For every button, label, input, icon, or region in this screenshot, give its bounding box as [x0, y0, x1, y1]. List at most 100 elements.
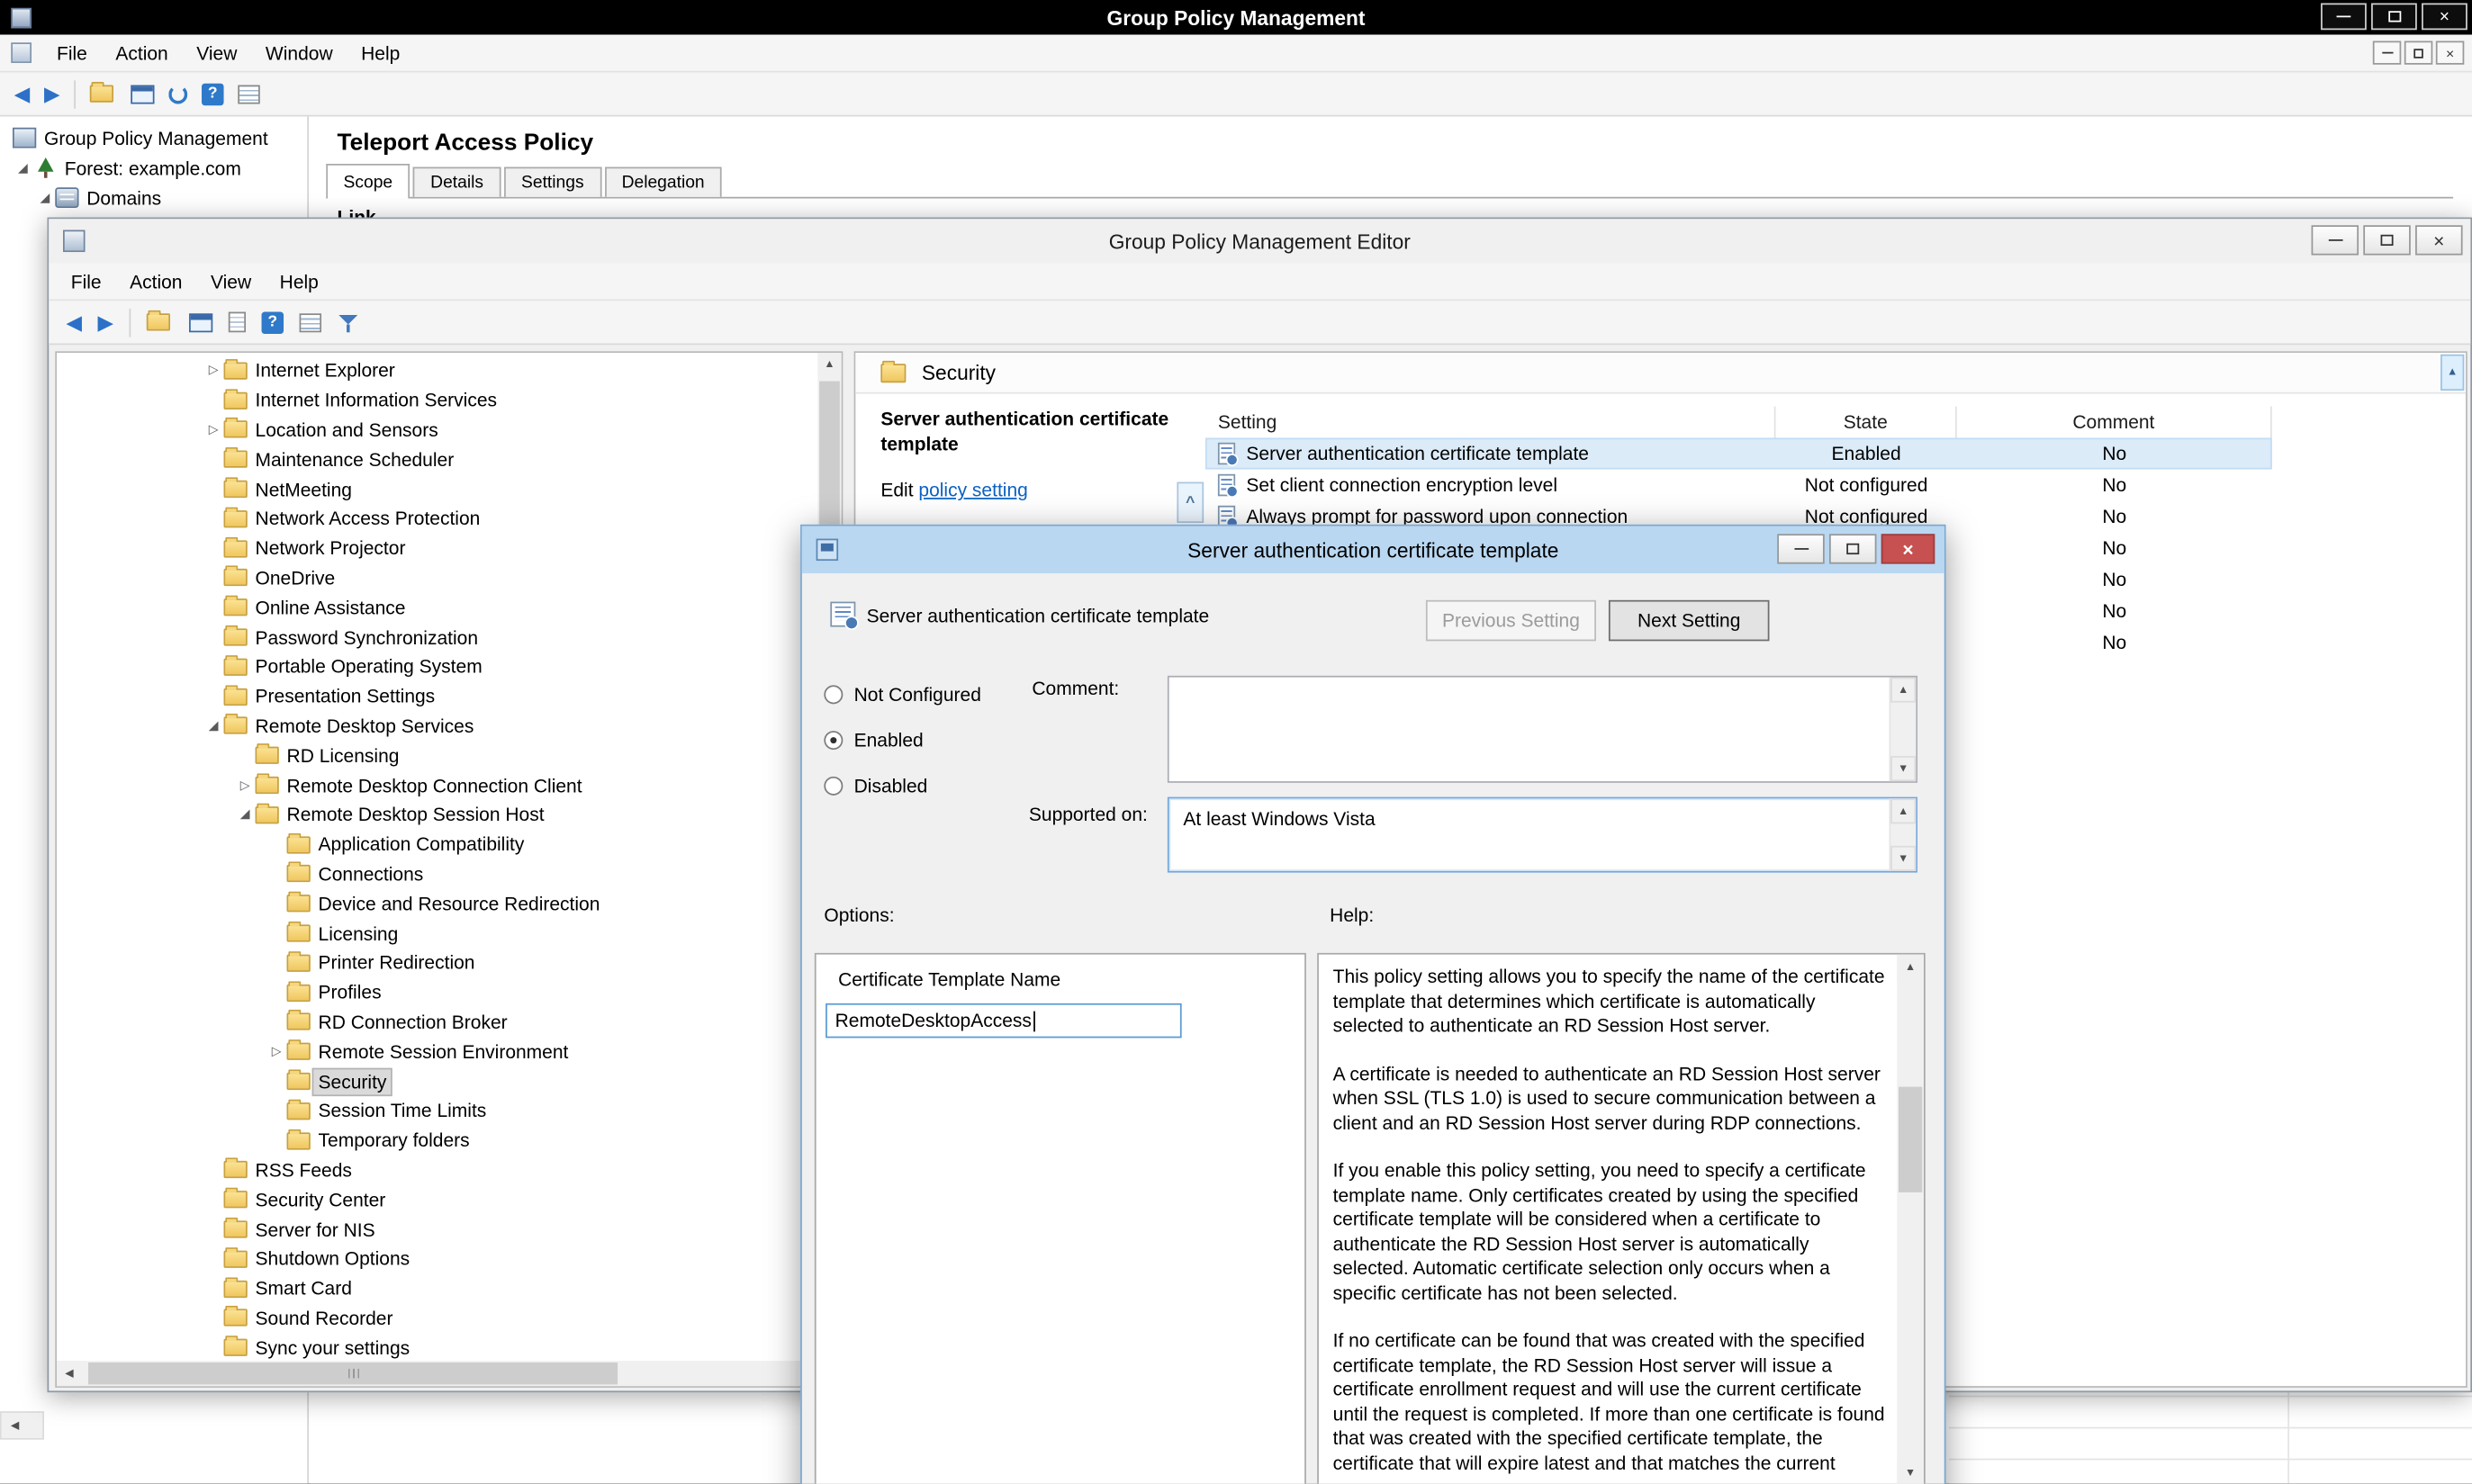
expand-arrow-icon[interactable]: ▷	[235, 778, 256, 794]
child-minimize-icon[interactable]	[2373, 41, 2402, 65]
chevron-up-icon[interactable]: ^	[1177, 482, 1204, 524]
tree-item-application-compatibility[interactable]: Application Compatibility	[57, 830, 817, 859]
scroll-up-icon[interactable]: ▲	[1890, 798, 1916, 823]
help-scrollbar[interactable]: ▲ ▼	[1897, 955, 1924, 1484]
close-icon[interactable]: ×	[1881, 534, 1935, 563]
list-view-icon[interactable]	[238, 85, 260, 103]
forward-icon[interactable]: ▶	[44, 81, 60, 106]
tree-item-rd-licensing[interactable]: RD Licensing	[57, 741, 817, 770]
tree-item-device-and-resource-redirection[interactable]: Device and Resource Redirection	[57, 889, 817, 919]
close-icon[interactable]: ×	[2422, 4, 2467, 31]
refresh-icon[interactable]	[168, 85, 187, 103]
column-header-state[interactable]: State	[1775, 407, 1956, 438]
tree-item-rss-feeds[interactable]: RSS Feeds	[57, 1156, 817, 1185]
tree-item-temporary-folders[interactable]: Temporary folders	[57, 1126, 817, 1156]
maximize-icon[interactable]	[1829, 534, 1877, 563]
scroll-down-icon[interactable]: ▼	[1890, 756, 1916, 781]
expand-arrow-icon[interactable]: ▷	[266, 1044, 287, 1060]
comment-scrollbar[interactable]: ▲ ▼	[1889, 678, 1916, 782]
column-header-comment[interactable]: Comment	[1957, 407, 2272, 438]
tree-item-printer-redirection[interactable]: Printer Redirection	[57, 949, 817, 978]
tree-item-group-policy-management[interactable]: Group Policy Management	[0, 123, 307, 153]
menu-view[interactable]: View	[196, 270, 266, 292]
collapse-arrow-icon[interactable]: ◢	[13, 160, 33, 176]
tree-item-domains[interactable]: ◢Domains	[0, 183, 307, 212]
tree-item-location-and-sensors[interactable]: ▷Location and Sensors	[57, 415, 817, 445]
scrollbar-thumb[interactable]	[1899, 1087, 1922, 1192]
restore-icon[interactable]	[2371, 4, 2417, 31]
scroll-up-icon[interactable]: ▲	[817, 353, 841, 376]
tree-item-internet-information-services[interactable]: Internet Information Services	[57, 385, 817, 415]
maximize-icon[interactable]	[2363, 225, 2411, 255]
certificate-template-input[interactable]: RemoteDesktopAccess	[826, 1003, 1182, 1039]
comment-textarea[interactable]: ▲ ▼	[1168, 676, 1917, 783]
back-icon[interactable]: ◀	[14, 81, 31, 106]
radio-not-configured[interactable]: Not Configured	[824, 671, 981, 717]
tree-item-network-access-protection[interactable]: Network Access Protection	[57, 504, 817, 534]
tree-item-maintenance-scheduler[interactable]: Maintenance Scheduler	[57, 445, 817, 474]
tree-item-remote-desktop-connection-client[interactable]: ▷Remote Desktop Connection Client	[57, 770, 817, 800]
collapse-arrow-icon[interactable]: ◢	[35, 190, 56, 206]
tree-item-internet-explorer[interactable]: ▷Internet Explorer	[57, 356, 817, 386]
child-close-icon[interactable]: ×	[2436, 41, 2465, 65]
tree-item-remote-session-environment[interactable]: ▷Remote Session Environment	[57, 1037, 817, 1066]
tree-item-presentation-settings[interactable]: Presentation Settings	[57, 681, 817, 711]
tree-item-sync-your-settings[interactable]: Sync your settings	[57, 1333, 817, 1361]
minimize-icon[interactable]	[2312, 225, 2359, 255]
scroll-down-icon[interactable]: ▼	[1890, 846, 1916, 871]
tree-item-session-time-limits[interactable]: Session Time Limits	[57, 1096, 817, 1126]
tree-item-connections[interactable]: Connections	[57, 859, 817, 889]
tree-item-security[interactable]: Security	[57, 1066, 817, 1096]
scrollbar-thumb[interactable]	[88, 1363, 618, 1385]
menu-file[interactable]: File	[42, 41, 101, 64]
tree-item-portable-operating-system[interactable]: Portable Operating System	[57, 652, 817, 682]
menu-file[interactable]: File	[57, 270, 115, 292]
scroll-up-icon[interactable]: ▲	[1890, 678, 1916, 703]
policy-setting-link[interactable]: policy setting	[918, 479, 1027, 501]
scroll-up-icon[interactable]: ▲	[1897, 955, 1924, 982]
back-icon[interactable]: ◀	[67, 310, 83, 335]
tree-item-security-center[interactable]: Security Center	[57, 1185, 817, 1215]
radio-enabled[interactable]: Enabled	[824, 716, 981, 762]
tree-item-online-assistance[interactable]: Online Assistance	[57, 593, 817, 623]
tree-item-network-projector[interactable]: Network Projector	[57, 534, 817, 563]
supported-scrollbar[interactable]: ▲ ▼	[1889, 798, 1916, 871]
up-folder-icon[interactable]	[147, 313, 170, 330]
tree-item-smart-card[interactable]: Smart Card	[57, 1273, 817, 1303]
tab-delegation[interactable]: Delegation	[604, 167, 722, 197]
tree-item-password-synchronization[interactable]: Password Synchronization	[57, 623, 817, 652]
collapse-arrow-icon[interactable]: ◢	[203, 718, 224, 734]
help-icon[interactable]: ?	[262, 311, 284, 334]
show-console-tree-icon[interactable]	[131, 85, 154, 103]
tree-item-profiles[interactable]: Profiles	[57, 977, 817, 1007]
supported-on-textarea[interactable]: At least Windows Vista ▲ ▼	[1168, 797, 1917, 873]
minimize-icon[interactable]	[2321, 4, 2367, 31]
tree-item-rd-connection-broker[interactable]: RD Connection Broker	[57, 1007, 817, 1037]
menu-action[interactable]: Action	[102, 41, 183, 64]
expand-arrow-icon[interactable]: ▷	[203, 422, 224, 438]
tree-item-shutdown-options[interactable]: Shutdown Options	[57, 1244, 817, 1273]
tab-scope[interactable]: Scope	[326, 164, 410, 199]
close-icon[interactable]: ×	[2415, 225, 2463, 255]
gpm-horizontal-scrollbar-fragment[interactable]: ◀	[0, 1411, 44, 1440]
radio-disabled[interactable]: Disabled	[824, 762, 981, 808]
tree-item-sound-recorder[interactable]: Sound Recorder	[57, 1303, 817, 1333]
collapse-arrow-icon[interactable]: ◢	[235, 807, 256, 823]
tree-horizontal-scrollbar[interactable]: ◀ ▶	[57, 1361, 817, 1386]
tab-details[interactable]: Details	[413, 167, 501, 197]
menu-action[interactable]: Action	[115, 270, 196, 292]
scroll-left-icon[interactable]: ◀	[2, 1413, 29, 1438]
previous-setting-button[interactable]: Previous Setting	[1426, 600, 1596, 642]
menu-help[interactable]: Help	[266, 270, 333, 292]
tree-item-onedrive[interactable]: OneDrive	[57, 563, 817, 593]
menu-window[interactable]: Window	[251, 41, 347, 64]
tree-item-licensing[interactable]: Licensing	[57, 919, 817, 949]
tab-settings[interactable]: Settings	[504, 167, 601, 197]
child-restore-icon[interactable]	[2404, 41, 2433, 65]
column-header-setting[interactable]: Setting	[1205, 407, 1776, 438]
help-icon[interactable]: ?	[202, 83, 224, 105]
extended-view-icon[interactable]	[300, 312, 322, 331]
minimize-icon[interactable]	[1777, 534, 1825, 563]
tree-item-remote-desktop-session-host[interactable]: ◢Remote Desktop Session Host	[57, 800, 817, 830]
tree-item-server-for-nis[interactable]: Server for NIS	[57, 1215, 817, 1245]
